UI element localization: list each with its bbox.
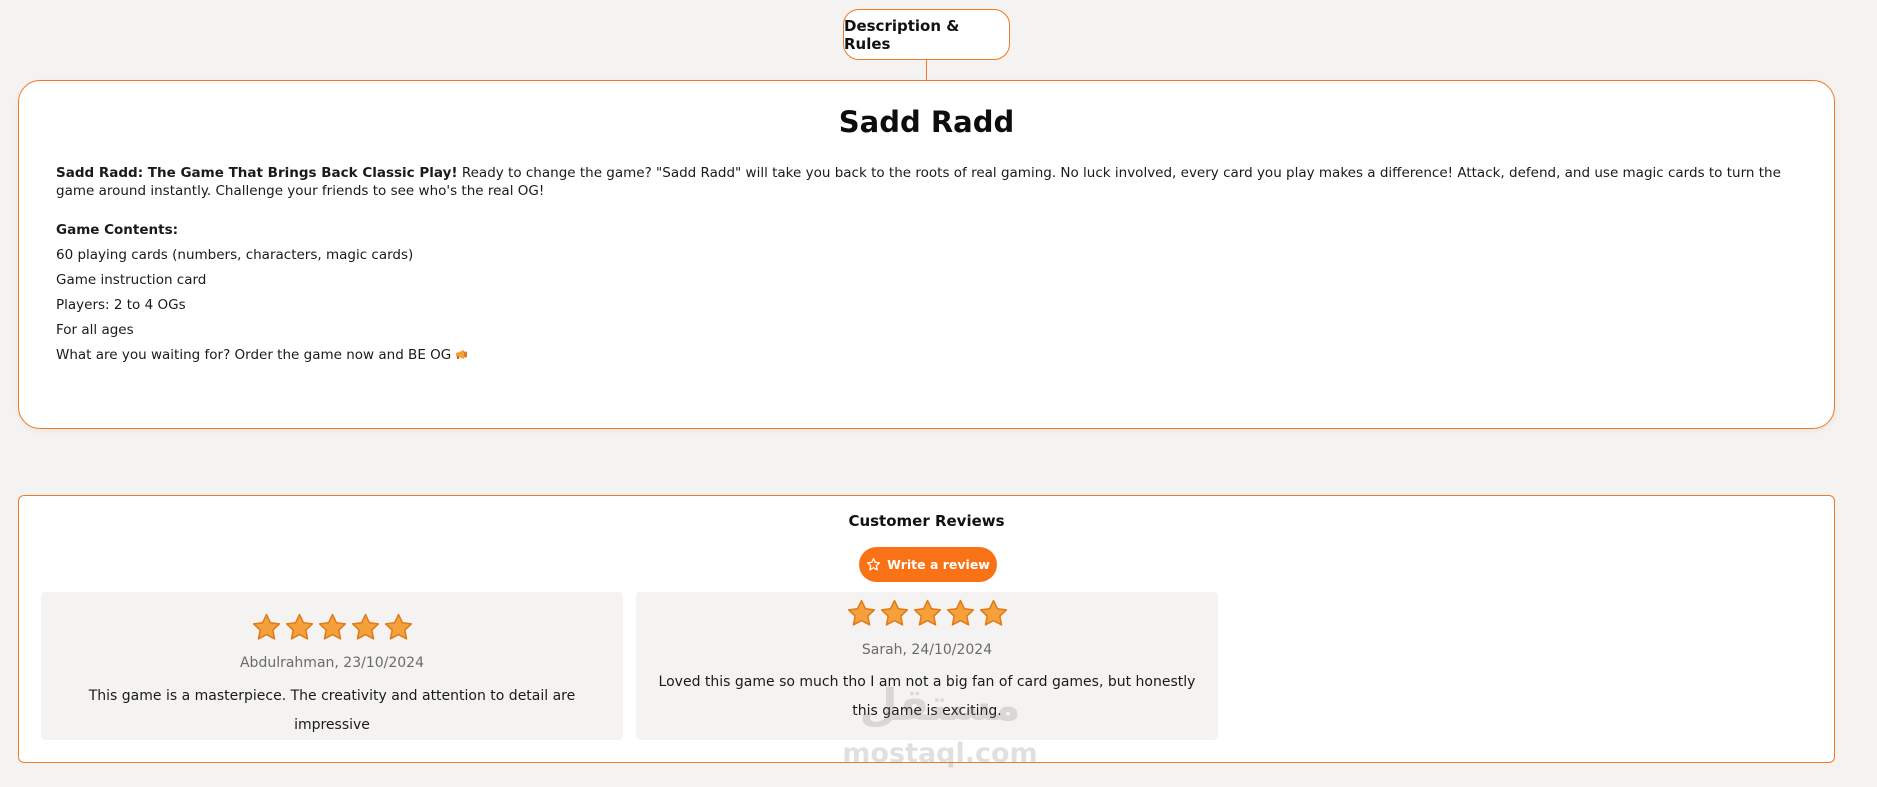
star-icon bbox=[946, 599, 974, 626]
tab-connector bbox=[926, 60, 927, 80]
write-review-label: Write a review bbox=[887, 557, 990, 572]
intro-bold: Sadd Radd: The Game That Brings Back Cla… bbox=[56, 165, 458, 181]
product-title: Sadd Radd bbox=[838, 105, 1015, 139]
rating-stars bbox=[41, 612, 623, 643]
review-text: This game is a masterpiece. The creativi… bbox=[88, 688, 576, 733]
reviews-title: Customer Reviews bbox=[848, 512, 1005, 530]
cta-text: What are you waiting for? Order the game… bbox=[56, 347, 452, 363]
star-icon bbox=[913, 599, 941, 626]
star-icon bbox=[880, 599, 908, 626]
contents-item-cta: What are you waiting for? Order the game… bbox=[56, 343, 1816, 368]
review-card: Abdulrahman, 23/10/2024 This game is a m… bbox=[41, 592, 623, 740]
star-icon bbox=[351, 613, 379, 640]
megaphone-icon bbox=[456, 350, 468, 359]
star-icon bbox=[285, 613, 313, 640]
star-icon bbox=[847, 599, 875, 626]
review-author: Abdulrahman, 23/10/2024 bbox=[239, 655, 424, 671]
write-review-button[interactable]: Write a review bbox=[859, 547, 997, 582]
contents-item: Players: 2 to 4 OGs bbox=[56, 297, 186, 313]
contents-item: Game instruction card bbox=[56, 272, 207, 288]
contents-item: For all ages bbox=[56, 322, 134, 338]
contents-item: 60 playing cards (numbers, characters, m… bbox=[56, 247, 414, 263]
star-icon bbox=[979, 599, 1007, 626]
description-intro: Sadd Radd: The Game That Brings Back Cla… bbox=[56, 164, 1816, 200]
star-icon bbox=[252, 613, 280, 640]
tab-description-rules[interactable]: Description & Rules bbox=[843, 9, 1010, 60]
review-author: Sarah, 24/10/2024 bbox=[861, 642, 993, 658]
review-card: Sarah, 24/10/2024 Loved this game so muc… bbox=[636, 592, 1218, 740]
description-panel: Sadd Radd Sadd Radd: The Game That Bring… bbox=[18, 80, 1835, 429]
star-icon bbox=[318, 613, 346, 640]
star-icon bbox=[384, 613, 412, 640]
rating-stars bbox=[636, 598, 1218, 629]
description-body: Sadd Radd: The Game That Brings Back Cla… bbox=[56, 164, 1816, 368]
reviews-panel: Customer Reviews Write a review Abdulrah… bbox=[18, 495, 1835, 763]
contents-heading: Game Contents: bbox=[56, 222, 179, 238]
star-outline-icon bbox=[867, 557, 881, 571]
review-text: Loved this game so much tho I am not a b… bbox=[658, 674, 1196, 719]
